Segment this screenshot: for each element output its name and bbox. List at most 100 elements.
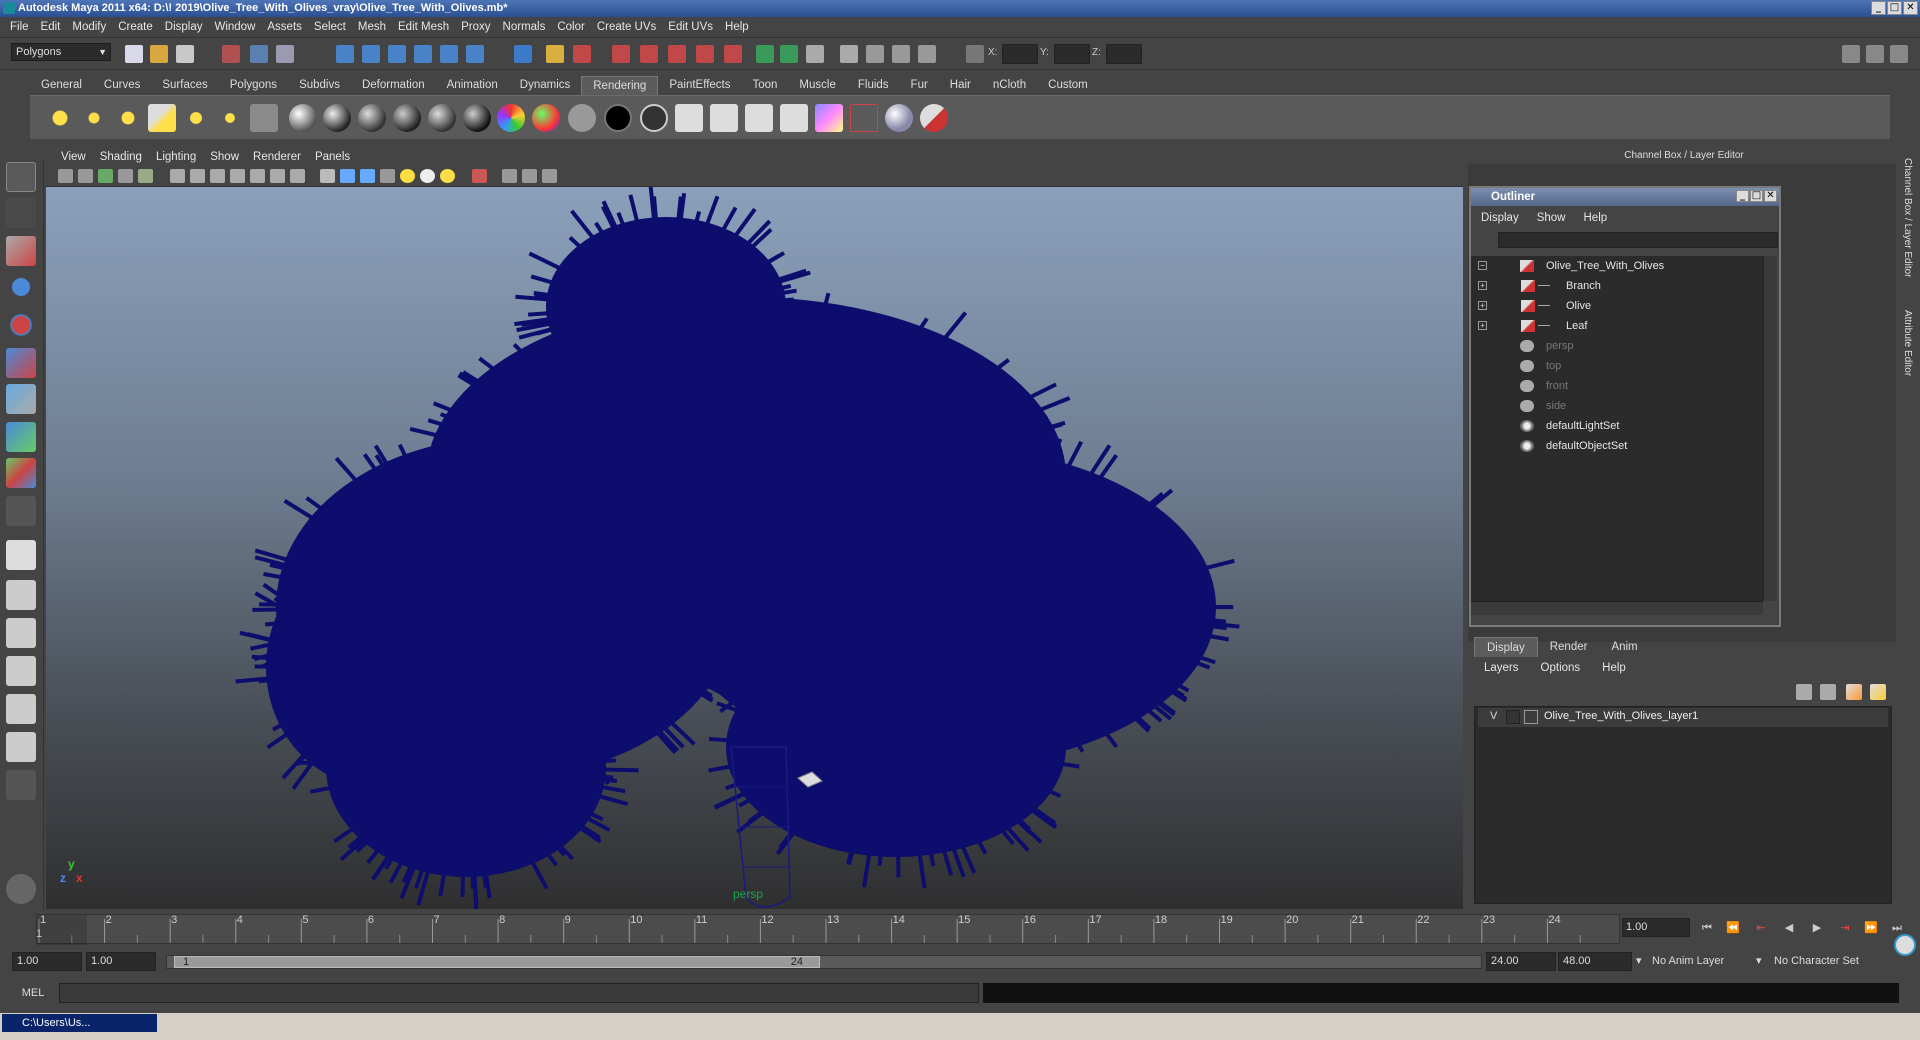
menu-assets[interactable]: Assets (261, 21, 308, 33)
manipulator-tool-icon[interactable] (6, 384, 36, 414)
directional-light-icon[interactable] (80, 104, 108, 132)
lambert-material-icon[interactable] (640, 104, 668, 132)
step-forward-frame-icon[interactable]: ⇥ (1836, 921, 1854, 935)
shelf-tab-subdivs[interactable]: Subdivs (288, 76, 351, 95)
maximize-button[interactable]: □ (1887, 1, 1902, 15)
selection-mask-icon[interactable] (573, 45, 591, 63)
playback-start-field[interactable]: 1.00 (86, 952, 156, 971)
ipr-shelf-icon[interactable] (745, 104, 773, 132)
shelf-tab-general[interactable]: General (30, 76, 93, 95)
outliner-horizontal-scrollbar[interactable] (1471, 601, 1763, 615)
shelf-tab-painteffects[interactable]: PaintEffects (658, 76, 741, 95)
hypershade-shelf-icon[interactable] (815, 104, 843, 132)
animation-start-field[interactable]: 1.00 (12, 952, 82, 971)
paint-canvas-icon[interactable] (920, 104, 948, 132)
collapse-icon[interactable]: − (1478, 261, 1487, 270)
layer-tab-display[interactable]: Display (1474, 637, 1538, 657)
open-scene-icon[interactable] (150, 45, 168, 63)
outliner-menu-display[interactable]: Display (1481, 212, 1529, 224)
step-forward-key-icon[interactable]: ⏩ (1862, 921, 1880, 935)
menu-set-selector[interactable]: Polygons ▼ (11, 43, 111, 61)
volume-light-icon[interactable] (216, 104, 244, 132)
viewport-menu-view[interactable]: View (54, 151, 93, 163)
lambert-sphere-icon[interactable] (289, 104, 317, 132)
go-to-start-icon[interactable]: ⏮ (1698, 921, 1716, 935)
range-slider-handle[interactable]: 1 24 (174, 956, 820, 968)
shelf-tab-animation[interactable]: Animation (436, 76, 509, 95)
perspective-viewport[interactable]: y x z (46, 187, 1463, 909)
outliner-item[interactable]: + Olive (1476, 297, 1761, 315)
tool-settings-icon[interactable] (1890, 45, 1908, 63)
spot-light-icon[interactable] (148, 104, 176, 132)
outliner-item[interactable]: − Olive_Tree_With_Olives (1476, 257, 1761, 275)
safe-action-icon[interactable] (270, 169, 285, 183)
new-scene-icon[interactable] (125, 45, 143, 63)
playback-end-field[interactable]: 24.00 (1486, 952, 1556, 971)
rotate-tool-icon[interactable] (6, 310, 36, 340)
light-linking-icon[interactable] (250, 104, 278, 132)
channel-box-icon[interactable] (1866, 45, 1884, 63)
history-icon[interactable] (466, 45, 484, 63)
play-forwards-icon[interactable]: ▶ (1808, 921, 1826, 935)
move-layer-up-icon[interactable] (1796, 684, 1812, 700)
layer-menu-help[interactable]: Help (1602, 662, 1626, 674)
shelf-tab-custom[interactable]: Custom (1037, 76, 1099, 95)
minimize-button[interactable]: _ (1871, 1, 1886, 15)
shelf-tab-hair[interactable]: Hair (939, 76, 982, 95)
render-layer-icon[interactable] (850, 104, 878, 132)
menu-edit[interactable]: Edit (35, 21, 67, 33)
current-frame-field[interactable]: 1.00 (1622, 918, 1690, 937)
ambient-light-icon[interactable] (46, 104, 74, 132)
viewport-menu-show[interactable]: Show (203, 151, 246, 163)
phong-sphere-icon[interactable] (358, 104, 386, 132)
anim-layer-dropdown-arrow[interactable]: ▾ (1636, 952, 1642, 971)
select-object-icon[interactable] (250, 45, 268, 63)
taskbar-item[interactable]: C:\Users\Us... (2, 1014, 157, 1032)
lock-icon[interactable] (546, 45, 564, 63)
render-icon[interactable] (612, 45, 630, 63)
layer-tab-anim[interactable]: Anim (1599, 637, 1649, 657)
grid-toggle-icon[interactable] (170, 169, 185, 183)
shelf-tab-muscle[interactable]: Muscle (788, 76, 846, 95)
backface-culling-icon[interactable] (542, 169, 557, 183)
image-plane-icon[interactable] (118, 169, 133, 183)
layout-icon[interactable] (1842, 45, 1860, 63)
scale-tool-icon[interactable] (6, 348, 36, 378)
expand-icon[interactable]: + (1478, 301, 1487, 310)
layer-tab-render[interactable]: Render (1538, 637, 1600, 657)
menu-help[interactable]: Help (719, 21, 755, 33)
viewport-menu-renderer[interactable]: Renderer (246, 151, 308, 163)
high-quality-icon[interactable] (440, 169, 455, 183)
blinn-sphere-icon[interactable] (323, 104, 351, 132)
layer-menu-options[interactable]: Options (1541, 662, 1581, 674)
shelf-tab-fluids[interactable]: Fluids (847, 76, 900, 95)
anisotropic-sphere-icon[interactable] (428, 104, 456, 132)
xray-joints-icon[interactable] (522, 169, 537, 183)
move-layer-down-icon[interactable] (1820, 684, 1836, 700)
menu-mesh[interactable]: Mesh (352, 21, 392, 33)
layer-visibility-toggle[interactable]: V (1490, 710, 1497, 722)
transform-field-icon[interactable] (966, 45, 984, 63)
bookmarks-icon[interactable] (98, 169, 113, 183)
command-language-label[interactable]: MEL (10, 983, 56, 1003)
render-current-icon[interactable] (710, 104, 738, 132)
side-tab-attribute-editor[interactable]: Attribute Editor (1902, 310, 1913, 376)
menu-color[interactable]: Color (551, 21, 590, 33)
shelf-tab-fur[interactable]: Fur (900, 76, 939, 95)
expand-icon[interactable]: + (1478, 281, 1487, 290)
xray-icon[interactable] (502, 169, 517, 183)
animation-end-field[interactable]: 48.00 (1558, 952, 1632, 971)
last-tool-icon[interactable] (6, 496, 36, 526)
help-line-icon[interactable] (6, 874, 36, 904)
select-component-icon[interactable] (276, 45, 294, 63)
render-view-icon[interactable] (724, 45, 742, 63)
z-field[interactable] (1106, 44, 1142, 64)
layer-color-swatch[interactable] (1524, 710, 1538, 724)
menu-proxy[interactable]: Proxy (455, 21, 496, 33)
save-scene-icon[interactable] (176, 45, 194, 63)
auto-keyframe-icon[interactable] (1894, 934, 1916, 956)
gate-mask-icon[interactable] (230, 169, 245, 183)
channel-toggle-icon[interactable] (780, 45, 798, 63)
viewport-menu-panels[interactable]: Panels (308, 151, 357, 163)
shelf-tab-deformation[interactable]: Deformation (351, 76, 436, 95)
